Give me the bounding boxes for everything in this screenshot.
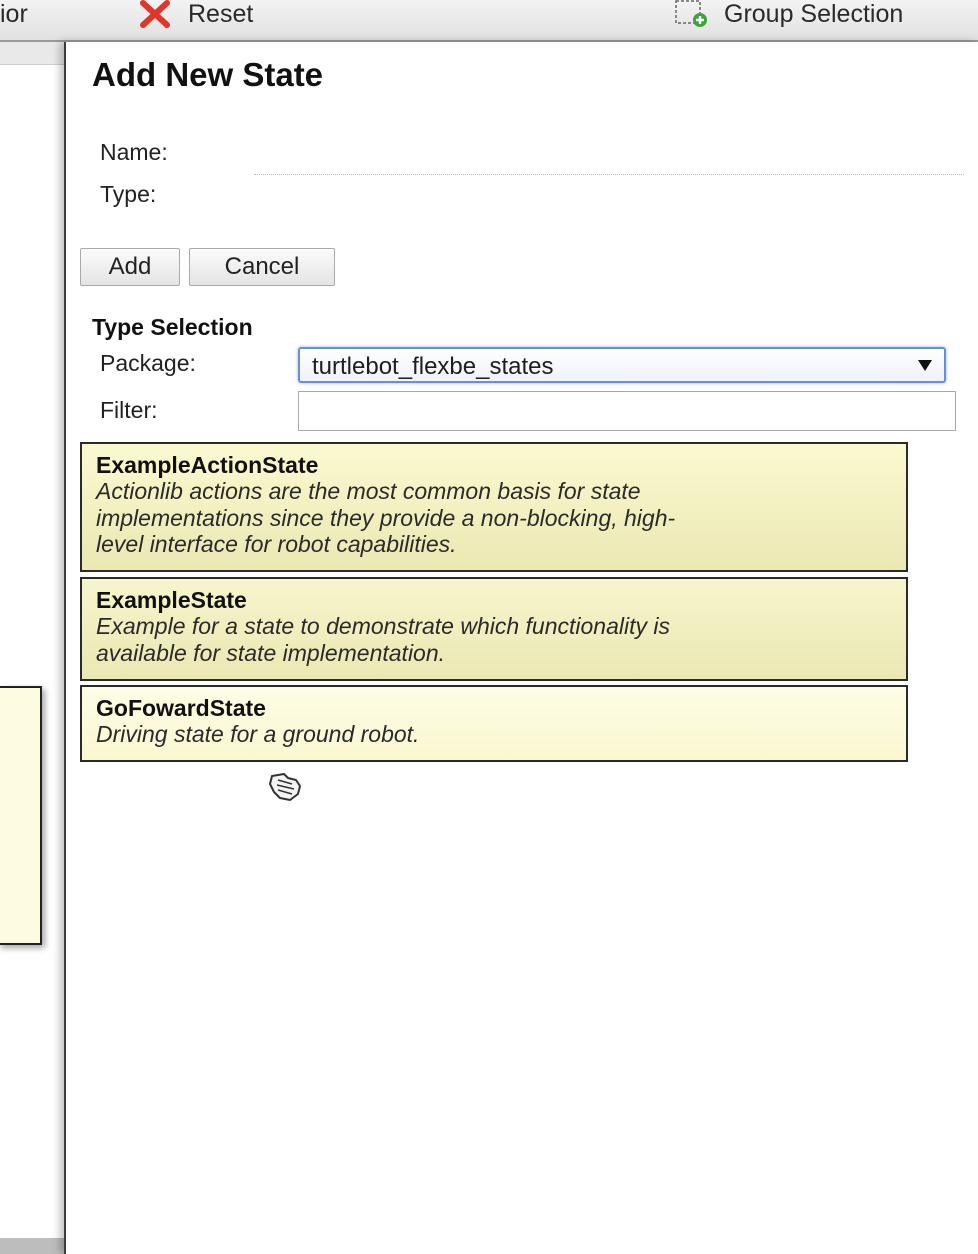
state-description-line: implementations since they provide a non…: [96, 504, 676, 531]
name-input[interactable]: [254, 146, 964, 175]
state-list-item[interactable]: ExampleActionState Actionlib actions are…: [80, 442, 908, 572]
cancel-button[interactable]: Cancel: [189, 248, 335, 286]
behavior-label: ior: [0, 0, 28, 28]
state-description-line: level interface for robot capabilities.: [96, 531, 457, 557]
state-description-line: Actionlib actions are the most common ba…: [96, 478, 641, 504]
type-label: Type:: [100, 181, 157, 207]
state-description-line: available for state implementation.: [96, 639, 446, 666]
group-selection-label: Group Selection: [724, 0, 904, 28]
red-x-icon: [138, 0, 172, 28]
dropdown-arrow-icon: [918, 360, 932, 371]
group-selection-icon: [674, 0, 708, 28]
filter-label: Filter:: [100, 397, 158, 423]
package-label: Package:: [100, 350, 196, 376]
package-selected-value: turtlebot_flexbe_states: [312, 353, 554, 380]
hand-cursor-icon: [269, 773, 301, 801]
panel-title: Add New State: [92, 56, 324, 93]
reset-label: Reset: [188, 0, 254, 28]
add-button[interactable]: Add: [80, 248, 180, 286]
state-machine-canvas[interactable]: [0, 42, 66, 1242]
name-label: Name:: [100, 139, 168, 165]
package-select[interactable]: turtlebot_flexbe_states: [298, 347, 946, 383]
state-name: GoFowardState: [96, 695, 266, 721]
state-name: ExampleActionState: [96, 452, 319, 478]
behavior-menu-item[interactable]: ior: [0, 0, 28, 28]
canvas-state-box[interactable]: [0, 686, 42, 945]
canvas-scrollbar[interactable]: [0, 1238, 66, 1254]
state-description-line: Driving state for a ground robot.: [96, 721, 420, 747]
state-list-item[interactable]: GoFowardState Driving state for a ground…: [80, 685, 908, 762]
reset-button[interactable]: Reset: [138, 0, 253, 28]
canvas-header-strip: [0, 42, 66, 65]
state-list-item[interactable]: ExampleState Example for a state to demo…: [80, 577, 908, 681]
toolbar: ior Reset Group Selection: [0, 0, 978, 42]
state-description-line: Example for a state to demonstrate which…: [96, 613, 671, 639]
state-name: ExampleState: [96, 587, 247, 613]
add-state-panel: Add New State Name: Type: Add Cancel Typ…: [64, 42, 978, 1254]
group-selection-button[interactable]: Group Selection: [674, 0, 903, 28]
type-selection-title: Type Selection: [92, 314, 253, 340]
filter-input[interactable]: [298, 391, 956, 431]
